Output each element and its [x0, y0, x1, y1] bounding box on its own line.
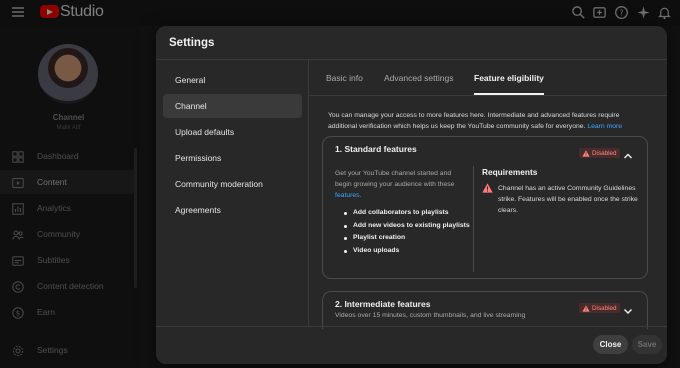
settings-nav-channel[interactable]: Channel [163, 94, 302, 118]
tab-bar: Basic info Advanced settings Feature eli… [309, 60, 667, 96]
list-item: Add collaborators to playlists [341, 207, 471, 220]
intro-text: You can manage your access to more featu… [328, 110, 648, 132]
list-item: Add new videos to existing playlists [341, 220, 471, 233]
card-description: Get your YouTube channel started and beg… [335, 168, 465, 201]
close-button[interactable]: Close [593, 335, 628, 354]
divider [473, 166, 474, 272]
divider [156, 326, 667, 327]
tab-advanced-settings[interactable]: Advanced settings [384, 60, 453, 95]
status-label: Disabled [592, 304, 617, 312]
requirements-title: Requirements [482, 167, 538, 177]
settings-nav-upload-defaults[interactable]: Upload defaults [163, 120, 302, 144]
settings-nav: General Channel Upload defaults Permissi… [156, 60, 308, 326]
learn-more-link[interactable]: Learn more [587, 123, 622, 130]
status-badge: Disabled [579, 148, 620, 158]
list-item: Playlist creation [341, 232, 471, 245]
card-title: 1. Standard features [335, 144, 417, 154]
warning-icon [582, 149, 590, 157]
intro-body: You can manage your access to more featu… [328, 112, 620, 130]
settings-nav-general[interactable]: General [163, 68, 302, 92]
tab-feature-eligibility[interactable]: Feature eligibility [474, 60, 544, 95]
standard-features-card: 1. Standard features Disabled Get your Y… [322, 136, 648, 279]
dialog-title: Settings [169, 37, 215, 49]
chevron-up-icon[interactable] [623, 148, 633, 159]
list-item: Video uploads [341, 245, 471, 258]
settings-nav-agreements[interactable]: Agreements [163, 198, 302, 222]
status-badge: Disabled [579, 303, 620, 313]
requirement-text: Channel has an active Community Guidelin… [498, 185, 638, 214]
settings-dialog: Settings General Channel Upload defaults… [156, 26, 667, 364]
warning-icon [482, 183, 493, 193]
settings-nav-permissions[interactable]: Permissions [163, 146, 302, 170]
divider [308, 60, 309, 326]
save-button[interactable]: Save [632, 335, 662, 354]
intermediate-features-card: 2. Intermediate features Disabled Videos… [322, 291, 648, 329]
warning-icon [582, 304, 590, 312]
feature-list: Add collaborators to playlists Add new v… [341, 207, 471, 257]
status-label: Disabled [592, 149, 617, 157]
card-description: Videos over 15 minutes, custom thumbnail… [335, 312, 526, 319]
chevron-down-icon[interactable] [623, 303, 633, 314]
settings-nav-community-moderation[interactable]: Community moderation [163, 172, 302, 196]
card-title: 2. Intermediate features [335, 299, 431, 309]
features-link[interactable]: features. [335, 192, 361, 199]
card-description-text: Get your YouTube channel started and beg… [335, 170, 455, 188]
tab-basic-info[interactable]: Basic info [326, 60, 363, 95]
